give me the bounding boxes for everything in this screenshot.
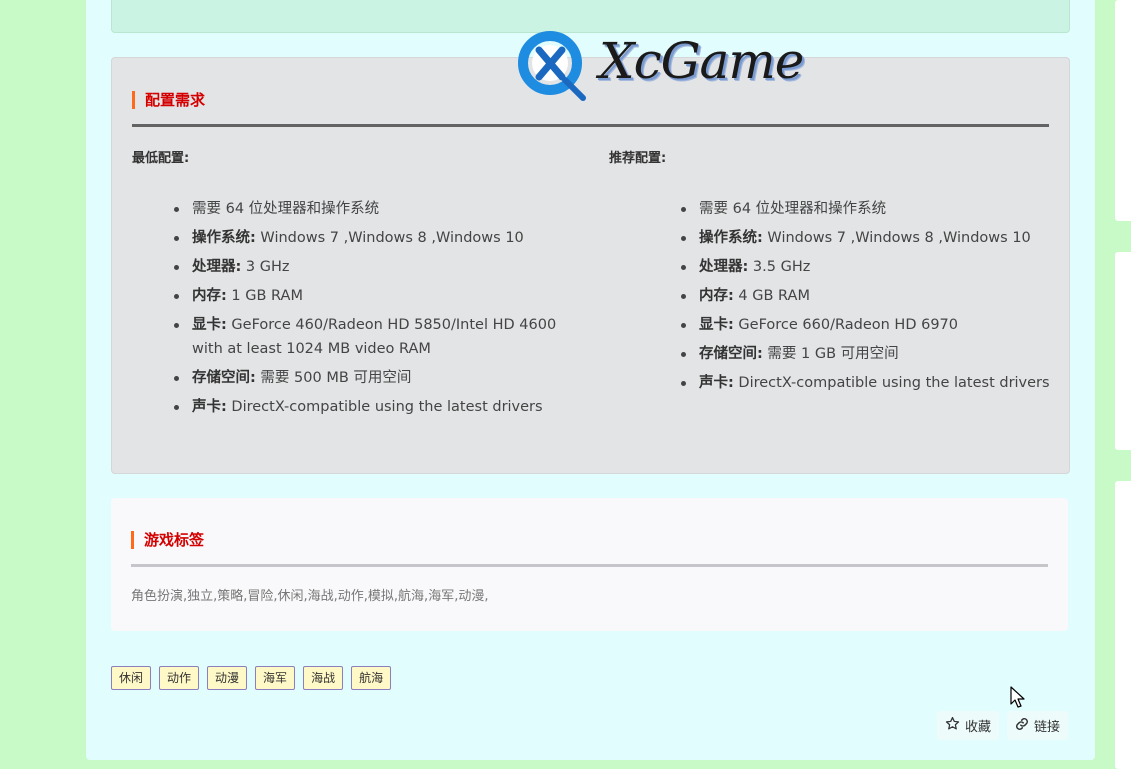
list-item: 显卡: GeForce 660/Radeon HD 6970: [679, 313, 1059, 337]
star-icon: [945, 716, 960, 735]
tag-chip[interactable]: 海战: [303, 666, 344, 690]
list-item: 声卡: DirectX-compatible using the latest …: [172, 395, 572, 419]
tags-title: 游戏标签: [131, 530, 204, 550]
tag-chip[interactable]: 动作: [159, 666, 200, 690]
list-item: 处理器: 3.5 GHz: [679, 255, 1059, 279]
system-requirements-section: 配置需求 最低配置: 推荐配置: 需要 64 位处理器和操作系统 操作系统: W…: [111, 57, 1070, 474]
tag-chip-row: 休闲 动作 动漫 海军 海战 航海: [111, 666, 392, 690]
tag-chip[interactable]: 休闲: [111, 666, 152, 690]
favorite-label: 收藏: [965, 720, 992, 735]
xcgame-logo-icon: [518, 31, 586, 101]
list-item: 存储空间: 需要 500 MB 可用空间: [172, 366, 572, 390]
game-tags-section: 游戏标签 角色扮演,独立,策略,冒险,休闲,海战,动作,模拟,航海,海军,动漫,: [111, 498, 1068, 631]
list-item: 操作系统: Windows 7 ,Windows 8 ,Windows 10: [172, 226, 572, 250]
list-item: 显卡: GeForce 460/Radeon HD 5850/Intel HD …: [172, 313, 572, 361]
minimum-config-label: 最低配置:: [132, 151, 190, 166]
minimum-spec-list: 需要 64 位处理器和操作系统 操作系统: Windows 7 ,Windows…: [172, 197, 572, 424]
xcgame-logo: XcGame: [517, 30, 817, 102]
list-item: 内存: 1 GB RAM: [172, 284, 572, 308]
section-divider: [131, 564, 1048, 567]
section-divider: [132, 124, 1049, 127]
requirements-title: 配置需求: [132, 90, 205, 110]
list-item: 内存: 4 GB RAM: [679, 284, 1059, 308]
sidebar-card: [1115, 0, 1131, 221]
logo-text: XcGame: [599, 32, 804, 90]
sidebar-card: [1115, 252, 1131, 450]
list-item: 需要 64 位处理器和操作系统: [679, 197, 1059, 221]
list-item: 操作系统: Windows 7 ,Windows 8 ,Windows 10: [679, 226, 1059, 250]
link-button[interactable]: 链接: [1007, 711, 1069, 740]
tag-chip[interactable]: 航海: [351, 666, 392, 690]
link-label: 链接: [1034, 720, 1061, 735]
list-item: 处理器: 3 GHz: [172, 255, 572, 279]
list-item: 存储空间: 需要 1 GB 可用空间: [679, 342, 1059, 366]
list-item: 声卡: DirectX-compatible using the latest …: [679, 371, 1059, 395]
tag-chip[interactable]: 动漫: [207, 666, 248, 690]
tags-text: 角色扮演,独立,策略,冒险,休闲,海战,动作,模拟,航海,海军,动漫,: [131, 589, 489, 604]
list-item: 需要 64 位处理器和操作系统: [172, 197, 572, 221]
tag-chip[interactable]: 海军: [255, 666, 296, 690]
favorite-button[interactable]: 收藏: [937, 711, 1000, 740]
previous-section-box: [111, 0, 1070, 33]
sidebar-card: [1115, 481, 1131, 769]
recommended-spec-list: 需要 64 位处理器和操作系统 操作系统: Windows 7 ,Windows…: [679, 197, 1059, 400]
recommended-config-label: 推荐配置:: [609, 151, 667, 166]
link-icon: [1015, 717, 1029, 735]
mouse-cursor-icon: [1010, 686, 1025, 708]
